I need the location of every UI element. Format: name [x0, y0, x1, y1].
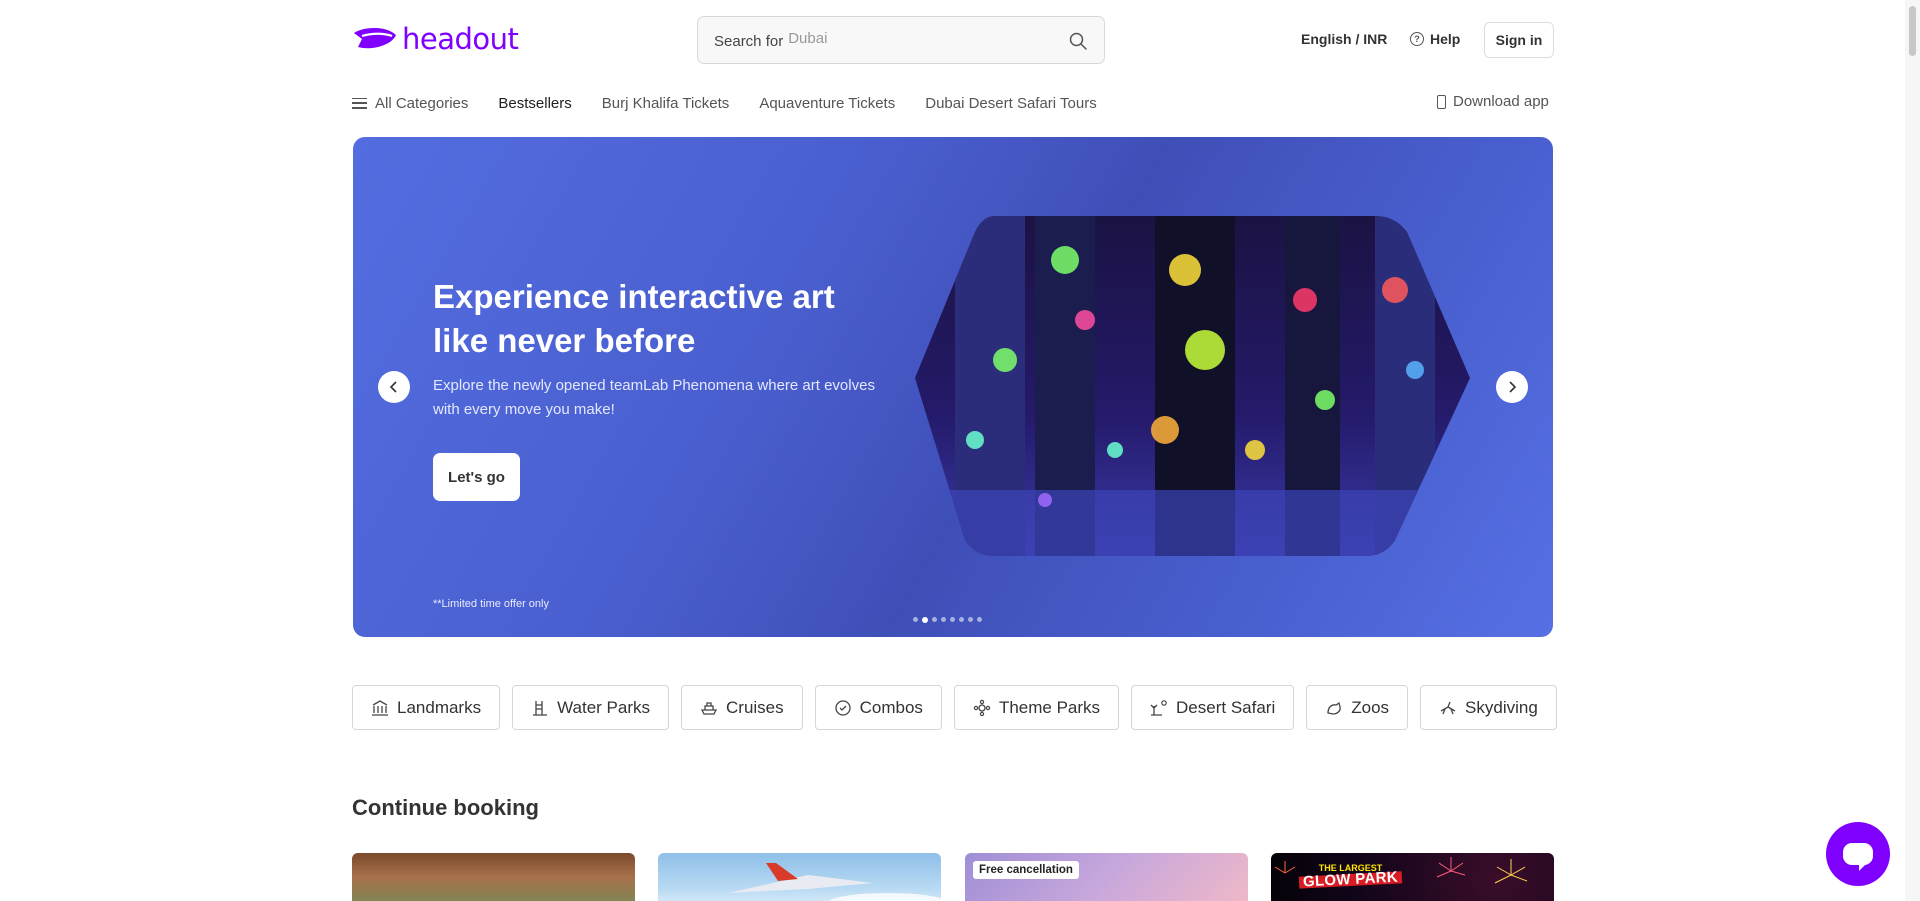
carousel-dot[interactable]: [941, 617, 946, 622]
chip-desert-safari[interactable]: Desert Safari: [1131, 685, 1295, 730]
booking-card[interactable]: [352, 853, 635, 901]
chip-theme-parks[interactable]: Theme Parks: [953, 685, 1120, 730]
nav-link-bestsellers[interactable]: Bestsellers: [498, 95, 571, 112]
carousel-prev-button[interactable]: [378, 371, 410, 403]
chat-bubble-icon: [1843, 843, 1873, 871]
continue-booking-title: Continue booking: [352, 795, 539, 820]
desert-safari-icon: [1150, 699, 1167, 716]
carousel-dot[interactable]: [959, 617, 964, 622]
search-bar[interactable]: Search for Dubai: [697, 16, 1105, 64]
search-placeholder: Dubai: [788, 29, 828, 47]
carousel-dot[interactable]: [968, 617, 973, 622]
logo-text: headout: [402, 22, 519, 56]
carousel-next-button[interactable]: [1496, 371, 1528, 403]
booking-card[interactable]: THE LARGEST GLOW PARK: [1271, 853, 1554, 901]
booking-card[interactable]: [658, 853, 941, 901]
category-chips: Landmarks Water Parks Cruises Combos The…: [352, 685, 1557, 730]
nav-link-burj-khalifa[interactable]: Burj Khalifa Tickets: [602, 95, 730, 112]
headout-logo[interactable]: headout: [352, 22, 519, 56]
chat-support-button[interactable]: [1826, 822, 1890, 886]
hero-note: **Limited time offer only: [433, 598, 549, 610]
chip-skydiving[interactable]: Skydiving: [1420, 685, 1557, 730]
chevron-left-icon: [389, 381, 397, 393]
carousel-dot[interactable]: [932, 617, 937, 622]
language-currency-selector[interactable]: English / INR: [1301, 31, 1387, 47]
search-icon[interactable]: [1068, 31, 1088, 51]
cruise-icon: [700, 701, 718, 715]
help-link[interactable]: ? Help: [1410, 31, 1460, 47]
chip-label: Cruises: [726, 697, 784, 717]
nav-link-aquaventure[interactable]: Aquaventure Tickets: [759, 95, 895, 112]
all-categories-menu[interactable]: All Categories: [352, 95, 468, 112]
hero-artwork-image: [915, 216, 1470, 556]
chip-label: Desert Safari: [1176, 697, 1276, 717]
chip-label: Water Parks: [557, 697, 650, 717]
category-nav: All Categories Bestsellers Burj Khalifa …: [352, 93, 1127, 113]
chip-landmarks[interactable]: Landmarks: [352, 685, 501, 730]
page-scrollbar[interactable]: [1905, 0, 1920, 901]
theme-park-icon: [973, 699, 991, 716]
carousel-dot[interactable]: [913, 617, 918, 622]
chip-label: Theme Parks: [998, 697, 1101, 717]
chip-cruises[interactable]: Cruises: [681, 685, 803, 730]
all-categories-label: All Categories: [375, 94, 469, 112]
hamburger-icon: [352, 97, 367, 109]
carousel-dot[interactable]: [977, 617, 982, 622]
carousel-dot-active[interactable]: [922, 616, 928, 623]
hero-title: Experience interactive art like never be…: [433, 278, 835, 359]
skydiving-icon: [1440, 701, 1456, 714]
carousel-dot[interactable]: [950, 617, 955, 622]
aircraft-image: [728, 863, 941, 901]
landmark-icon: [372, 699, 388, 716]
nav-link-desert-safari[interactable]: Dubai Desert Safari Tours: [925, 95, 1096, 112]
hero-cta-button[interactable]: Let's go: [433, 453, 520, 501]
chip-label: Skydiving: [1465, 697, 1538, 717]
sign-in-button[interactable]: Sign in: [1484, 22, 1554, 58]
zoo-icon: [1327, 701, 1342, 715]
chip-zoos[interactable]: Zoos: [1306, 685, 1409, 730]
phone-icon: [1437, 94, 1446, 109]
booking-card[interactable]: Free cancellation: [965, 853, 1248, 901]
hero-description: Explore the newly opened teamLab Phenome…: [433, 377, 875, 418]
free-cancellation-badge: Free cancellation: [973, 861, 1079, 879]
hero-banner: Experience interactive art like never be…: [353, 137, 1553, 637]
chip-water-parks[interactable]: Water Parks: [512, 685, 669, 730]
combo-icon: [834, 699, 851, 716]
search-prefix: Search for: [714, 33, 784, 50]
download-app-label: Download app: [1453, 93, 1549, 110]
download-app-link[interactable]: Download app: [1437, 93, 1549, 110]
water-park-icon: [533, 700, 548, 716]
chip-combos[interactable]: Combos: [814, 685, 942, 730]
scrollbar-thumb[interactable]: [1909, 6, 1916, 56]
help-label: Help: [1430, 31, 1461, 47]
fireworks-image: [1274, 857, 1528, 884]
blimp-logo-icon: [354, 28, 396, 49]
carousel-indicators: [913, 616, 982, 623]
chip-label: Landmarks: [397, 697, 482, 717]
chevron-right-icon: [1509, 381, 1517, 393]
help-icon: ?: [1410, 32, 1424, 46]
chip-label: Combos: [859, 697, 923, 717]
chip-label: Zoos: [1351, 697, 1390, 717]
